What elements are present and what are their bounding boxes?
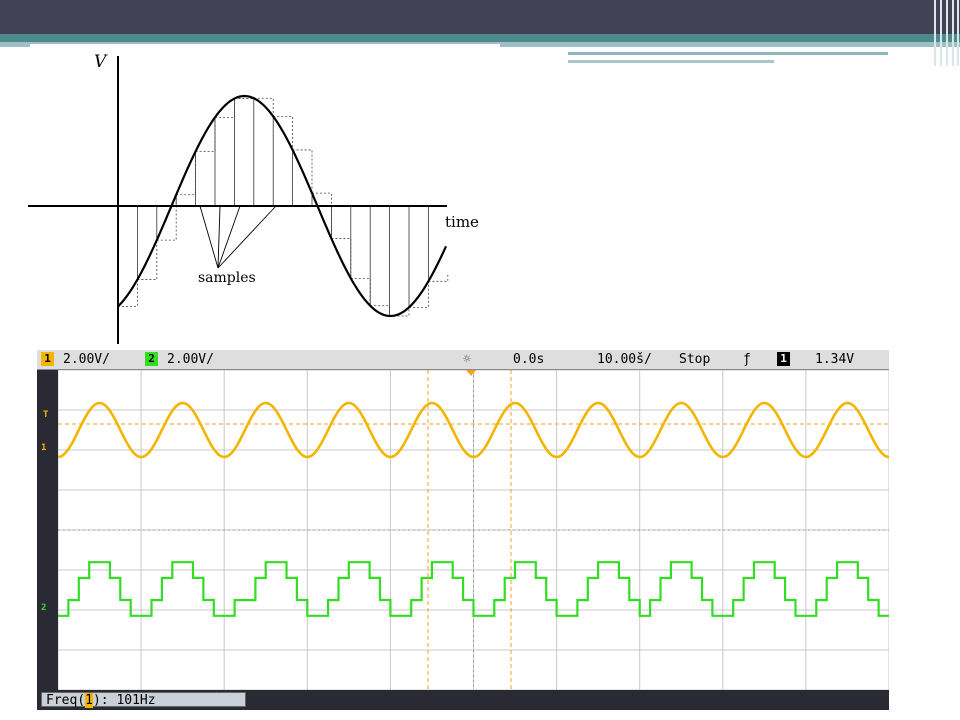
slide-header-right-rule-1 bbox=[568, 52, 888, 55]
voltage-axis-label: V bbox=[94, 52, 108, 72]
slide-header-right-rule-2 bbox=[568, 60, 774, 63]
frequency-measurement: Freq(1): 101Hz bbox=[41, 692, 246, 708]
slide-header-highlight bbox=[30, 44, 500, 47]
scope-status-bar: 1 2.00V/ 2 2.00V/ ☼ 0.0s 10.00š/ Stop ƒ … bbox=[37, 350, 889, 370]
sampling-diagram: V time samples bbox=[28, 52, 479, 344]
slide-header-accent bbox=[0, 34, 960, 42]
sample-pointer-lines bbox=[199, 205, 277, 269]
freq-value: ): 101Hz bbox=[92, 693, 156, 708]
freq-channel: 1 bbox=[85, 693, 93, 708]
trigger-channel-badge: 1 bbox=[777, 352, 790, 366]
trigger-position-marker bbox=[466, 370, 476, 376]
ch1-badge: 1 bbox=[41, 352, 54, 366]
trigger-level-marker: T bbox=[43, 410, 49, 420]
time-scale: 10.00š/ bbox=[597, 352, 652, 367]
graticule-grid bbox=[58, 370, 889, 690]
ch2-scale: 2.00V/ bbox=[167, 352, 214, 367]
oscilloscope-screen: 1 2.00V/ 2 2.00V/ ☼ 0.0s 10.00š/ Stop ƒ … bbox=[37, 350, 889, 710]
ch1-ground-marker: 1 bbox=[41, 443, 47, 453]
freq-prefix: Freq( bbox=[46, 693, 86, 708]
slide-header-bar bbox=[0, 0, 960, 34]
ch1-scale: 2.00V/ bbox=[63, 352, 110, 367]
trigger-level: 1.34V bbox=[815, 352, 855, 367]
trigger-slope-icon: ƒ bbox=[743, 352, 751, 367]
scope-measurement-bar: Freq(1): 101Hz bbox=[37, 690, 889, 710]
acquisition-icon: ☼ bbox=[463, 352, 471, 367]
run-state: Stop bbox=[679, 352, 711, 367]
slide-corner-stripes bbox=[932, 0, 960, 66]
ch2-badge: 2 bbox=[145, 352, 158, 366]
samples-label: samples bbox=[198, 270, 256, 286]
ch2-ground-marker: 2 bbox=[41, 603, 47, 613]
scope-graticule bbox=[58, 370, 889, 690]
time-offset: 0.0s bbox=[513, 352, 545, 367]
time-axis-label: time bbox=[445, 213, 479, 231]
